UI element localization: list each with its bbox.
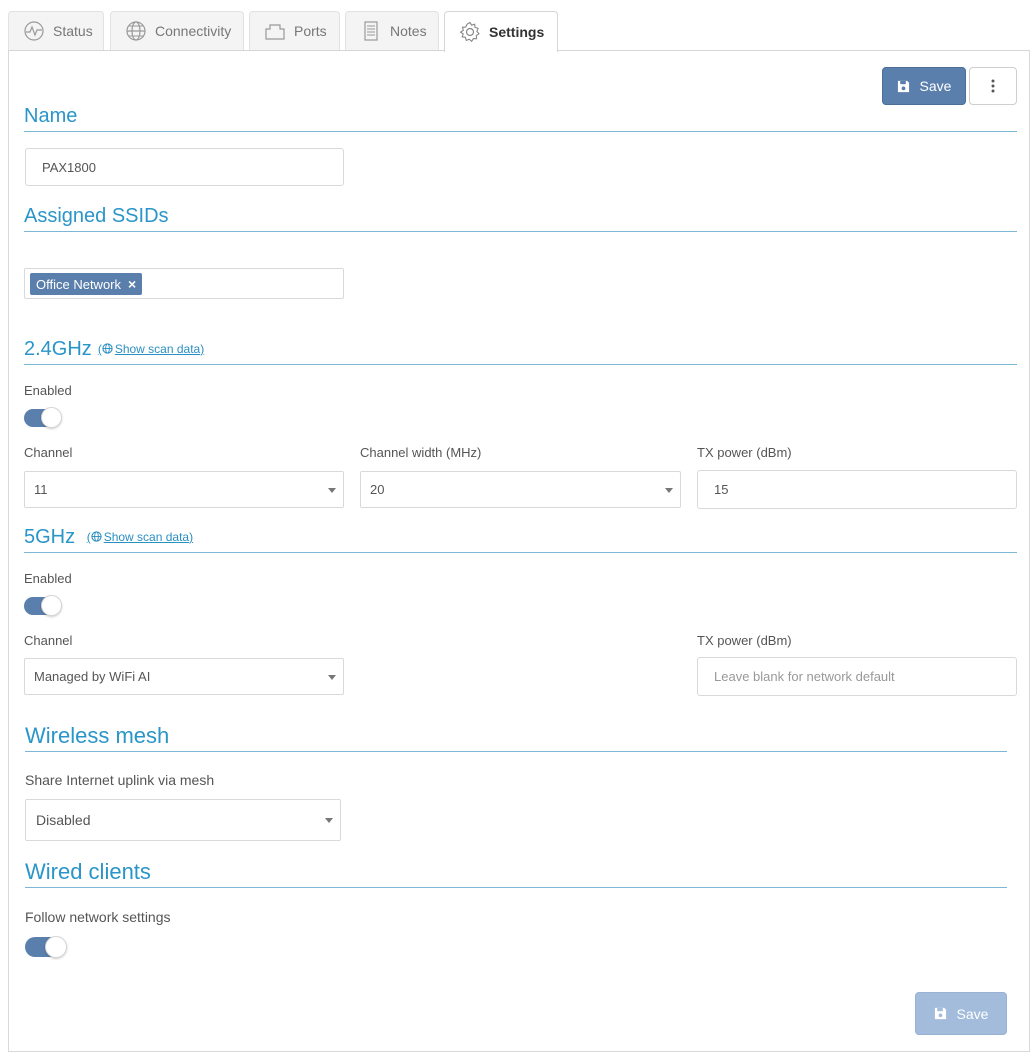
save-button-label: Save bbox=[919, 78, 952, 94]
floppy-disk-icon bbox=[934, 1007, 946, 1020]
panel-divider bbox=[1021, 705, 1023, 1005]
enabled-label-5ghz: Enabled bbox=[24, 571, 72, 586]
band-5ghz-title: 5GHz bbox=[24, 526, 76, 548]
tab-label: Settings bbox=[489, 24, 545, 40]
share-uplink-label: Share Internet uplink via mesh bbox=[25, 772, 215, 788]
toggle-knob bbox=[41, 595, 62, 616]
select-value: 11 bbox=[34, 482, 48, 497]
name-input[interactable]: PAX1800 bbox=[25, 148, 344, 186]
section-divider bbox=[24, 131, 1017, 132]
vertical-dots-icon bbox=[991, 79, 995, 93]
tab-label: Notes bbox=[390, 23, 427, 39]
channel-width-label: Channel width (MHz) bbox=[360, 445, 482, 460]
tab-status[interactable]: Status bbox=[8, 11, 104, 50]
link-paren-close: ) bbox=[189, 530, 194, 544]
ssid-multiselect[interactable]: Office Network × bbox=[24, 268, 344, 299]
save-button[interactable]: Save bbox=[882, 67, 966, 105]
tab-label: Ports bbox=[294, 23, 327, 39]
channel-select-2-4ghz[interactable]: 11 bbox=[24, 471, 344, 508]
share-uplink-select[interactable]: Disabled bbox=[25, 799, 341, 841]
ssid-chip-label: Office Network bbox=[36, 276, 122, 292]
link-text: Show scan data bbox=[114, 342, 201, 356]
tab-notes[interactable]: Notes bbox=[345, 11, 439, 50]
tx-power-input-2-4ghz[interactable]: 15 bbox=[697, 470, 1017, 509]
section-title-ssids: Assigned SSIDs bbox=[24, 205, 169, 227]
follow-network-label: Follow network settings bbox=[25, 909, 171, 925]
channel-select-5ghz[interactable]: Managed by WiFi AI bbox=[24, 658, 344, 695]
save-button-bottom[interactable]: Save bbox=[915, 992, 1007, 1035]
band-2-4ghz-title: 2.4GHz bbox=[24, 338, 92, 360]
tx-power-label-2-4ghz: TX power (dBm) bbox=[697, 445, 792, 460]
notes-icon bbox=[364, 21, 378, 41]
tab-label: Connectivity bbox=[155, 23, 232, 39]
section-divider bbox=[24, 364, 1017, 365]
section-divider bbox=[25, 887, 1007, 888]
section-title-5ghz: 5GHz (Show scan data) bbox=[24, 526, 193, 549]
section-title-wired-clients: Wired clients bbox=[25, 859, 151, 884]
globe-icon bbox=[91, 531, 102, 542]
caret-down-icon bbox=[325, 818, 333, 823]
show-scan-data-link-2-4ghz[interactable]: (Show scan data) bbox=[98, 342, 204, 356]
remove-chip-icon[interactable]: × bbox=[128, 276, 136, 292]
link-paren-close: ) bbox=[200, 342, 205, 356]
globe-icon bbox=[102, 343, 113, 354]
activity-icon bbox=[24, 21, 44, 41]
settings-panel bbox=[8, 50, 1030, 1052]
follow-network-toggle[interactable] bbox=[25, 936, 67, 958]
section-title-name: Name bbox=[24, 105, 78, 127]
tab-connectivity[interactable]: Connectivity bbox=[110, 11, 244, 50]
channel-label-5ghz: Channel bbox=[24, 633, 73, 648]
caret-down-icon bbox=[328, 487, 336, 493]
section-divider bbox=[24, 552, 1017, 553]
floppy-disk-icon bbox=[897, 80, 909, 92]
link-text: Show scan data bbox=[103, 530, 190, 544]
globe-icon bbox=[126, 21, 146, 41]
select-value: Managed by WiFi AI bbox=[34, 669, 151, 684]
caret-down-icon bbox=[665, 487, 673, 493]
enabled-toggle-2-4ghz[interactable] bbox=[24, 407, 62, 428]
channel-width-select[interactable]: 20 bbox=[360, 471, 681, 508]
tx-power-input-5ghz[interactable]: Leave blank for network default bbox=[697, 657, 1017, 696]
tab-settings[interactable]: Settings bbox=[444, 11, 558, 52]
enabled-toggle-5ghz[interactable] bbox=[24, 595, 62, 616]
tab-label: Status bbox=[53, 23, 93, 39]
section-divider bbox=[24, 231, 1017, 232]
select-value: Disabled bbox=[36, 812, 91, 828]
enabled-label-2-4ghz: Enabled bbox=[24, 383, 72, 398]
channel-label-2-4ghz: Channel bbox=[24, 445, 73, 460]
section-title-wireless-mesh: Wireless mesh bbox=[25, 723, 170, 748]
ports-icon bbox=[265, 24, 285, 40]
save-button-label: Save bbox=[956, 1005, 989, 1022]
gear-icon bbox=[459, 21, 480, 43]
more-options-button[interactable] bbox=[969, 67, 1017, 105]
toggle-knob bbox=[41, 407, 62, 428]
select-value: 20 bbox=[370, 482, 385, 497]
section-divider bbox=[25, 751, 1007, 752]
tx-power-label-5ghz: TX power (dBm) bbox=[697, 633, 792, 648]
show-scan-data-link-5ghz[interactable]: (Show scan data) bbox=[87, 530, 193, 544]
section-title-2-4ghz: 2.4GHz (Show scan data) bbox=[24, 338, 204, 361]
tab-ports[interactable]: Ports bbox=[249, 11, 340, 50]
ssid-chip: Office Network × bbox=[30, 273, 143, 295]
toggle-knob bbox=[45, 936, 67, 958]
caret-down-icon bbox=[328, 674, 336, 680]
